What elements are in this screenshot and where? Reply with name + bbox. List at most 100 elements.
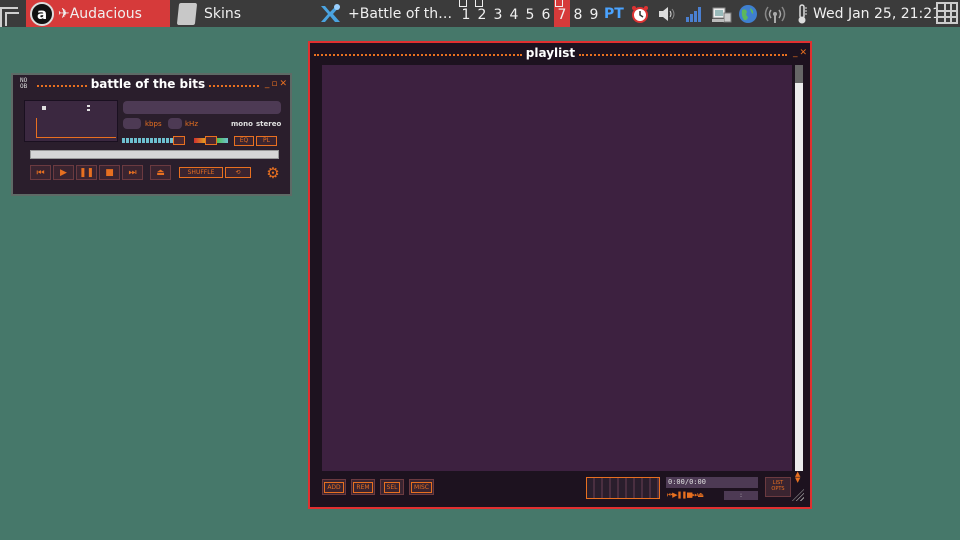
shade-icon[interactable]: ▫ (271, 79, 277, 89)
playlist-window: playlist _ ✕ ▲ ▼ ADD REM SEL MISC 0:00/0… (308, 41, 812, 509)
misc-label: MISC (411, 481, 432, 493)
player-titlebar[interactable]: battle of the bits _ ▫ ✕ (33, 75, 290, 93)
workspace-8[interactable]: 8 (570, 0, 586, 27)
workspace-4[interactable]: 4 (506, 0, 522, 27)
pl-button[interactable]: PL (256, 136, 277, 146)
eq-label: EQ (239, 137, 249, 144)
globe-icon[interactable] (737, 3, 759, 25)
close-icon[interactable]: ✕ (799, 48, 807, 58)
transport-controls: ⏮ ▶ ❚❚ ■ ⏭ ⏏ SHUFFLE ⟲ ⚙ (13, 163, 290, 183)
play-button[interactable]: ▶ (53, 165, 74, 180)
pause-button[interactable]: ❚❚ (76, 165, 97, 180)
task-battle-of-the-bits[interactable]: +Battle of th… (316, 0, 456, 27)
select-button[interactable]: SEL (380, 479, 404, 495)
file-icon (176, 2, 198, 25)
resize-grip-icon[interactable] (792, 489, 804, 501)
list-options-label: OPTS (771, 486, 785, 492)
workspace-7[interactable]: 7 (554, 0, 570, 27)
clock[interactable]: Wed Jan 25, 21:21 (813, 0, 941, 27)
workspace-3[interactable]: 3 (490, 0, 506, 27)
shuffle-button[interactable]: SHUFFLE (179, 167, 223, 178)
song-info-display[interactable] (123, 101, 281, 114)
task-audacious[interactable]: a ✈Audacious (26, 0, 170, 27)
scroll-arrows[interactable]: ▲ ▼ (795, 471, 800, 484)
player-title: battle of the bits (90, 77, 206, 91)
playlist-visualizer (586, 477, 660, 499)
task-skins[interactable]: Skins (172, 0, 312, 27)
audacious-main-window: NO OB battle of the bits _ ▫ ✕ kbps kHz … (11, 73, 292, 196)
samplerate-display (168, 118, 182, 129)
titlebar-decoration (37, 81, 87, 87)
player-badge[interactable]: NO OB (20, 78, 27, 90)
network-computer-icon[interactable] (710, 3, 732, 25)
eject-icon: ⏏ (156, 167, 165, 178)
eq-button[interactable]: EQ (234, 136, 254, 146)
previous-icon: ⏮ (36, 167, 45, 178)
system-tray: PT (604, 0, 813, 27)
next-icon: ⏭ (128, 167, 137, 178)
seek-bar[interactable] (30, 150, 279, 159)
visualizer[interactable] (24, 100, 118, 142)
vis-indicator (87, 109, 90, 111)
workspace-5[interactable]: 5 (522, 0, 538, 27)
scrollbar-thumb[interactable] (795, 65, 803, 83)
repeat-icon: ⟲ (235, 169, 241, 176)
select-label: SEL (383, 481, 401, 493)
vis-indicator (87, 105, 90, 107)
misc-button[interactable]: MISC (409, 479, 434, 495)
workspace-grid-icon[interactable] (936, 2, 958, 24)
stop-icon: ■ (105, 167, 114, 178)
previous-button[interactable]: ⏮ (30, 165, 51, 180)
workspace-9[interactable]: 9 (586, 0, 602, 27)
playlist-titlebar[interactable]: playlist _ ✕ (310, 43, 810, 63)
pause-icon: ❚❚ (78, 167, 95, 178)
alarm-clock-icon[interactable] (629, 3, 651, 25)
vis-axis (36, 118, 116, 138)
remove-button[interactable]: REM (351, 479, 375, 495)
audacious-icon: a (30, 1, 54, 26)
volume-knob[interactable] (173, 136, 185, 145)
menu-corner-icon[interactable] (0, 7, 19, 27)
playlist-list[interactable] (322, 65, 792, 471)
workspace-2[interactable]: 2 (474, 0, 490, 27)
playlist-time-display: 0:00/0:00 (666, 477, 758, 488)
task-label: +Battle of th… (348, 5, 453, 22)
workspace-6[interactable]: 6 (538, 0, 554, 27)
signal-strength-icon[interactable] (683, 3, 705, 25)
menu-logo-icon[interactable]: ⚙ (264, 165, 282, 182)
task-label: Skins (204, 5, 242, 22)
close-icon[interactable]: ✕ (279, 79, 287, 89)
add-label: ADD (324, 481, 344, 493)
playlist-title: playlist (525, 46, 576, 60)
eject-button[interactable]: ⏏ (150, 165, 171, 180)
volume-icon[interactable] (656, 3, 678, 25)
top-panel: a ✈Audacious Skins +Battle of th… 1 2 3 … (0, 0, 960, 27)
vis-indicator (42, 106, 46, 110)
repeat-button[interactable]: ⟲ (225, 167, 251, 178)
workspace-switcher: 1 2 3 4 5 6 7 8 9 (458, 0, 602, 27)
shade-icon[interactable]: _ (793, 48, 798, 58)
playlist-scrollbar[interactable] (795, 65, 803, 471)
remove-label: REM (353, 481, 373, 493)
titlebar-decoration (579, 50, 787, 56)
play-icon: ▶ (60, 167, 67, 178)
titlebar-decoration (209, 81, 259, 87)
next-button[interactable]: ⏭ (122, 165, 143, 180)
wireless-icon[interactable] (764, 3, 786, 25)
balance-knob[interactable] (205, 136, 217, 145)
playlist-track-time: : (724, 491, 758, 500)
temperature-icon[interactable] (791, 3, 813, 25)
titlebar-decoration (314, 50, 522, 56)
stop-button[interactable]: ■ (99, 165, 120, 180)
playlist-mini-controls[interactable]: ⏮▶❚❚■⏭⏏ (667, 491, 704, 500)
stereo-indicator: stereo (256, 120, 282, 128)
scroll-down-icon[interactable]: ▼ (795, 477, 800, 484)
xmms-icon (321, 3, 340, 22)
minimize-icon[interactable]: _ (265, 79, 270, 89)
list-options-button[interactable]: LIST OPTS (765, 477, 791, 497)
badge-bottom: OB (20, 83, 28, 90)
keyboard-layout-indicator[interactable]: PT (604, 6, 624, 22)
shuffle-label: SHUFFLE (187, 169, 215, 176)
add-button[interactable]: ADD (322, 479, 346, 495)
workspace-1[interactable]: 1 (458, 0, 474, 27)
